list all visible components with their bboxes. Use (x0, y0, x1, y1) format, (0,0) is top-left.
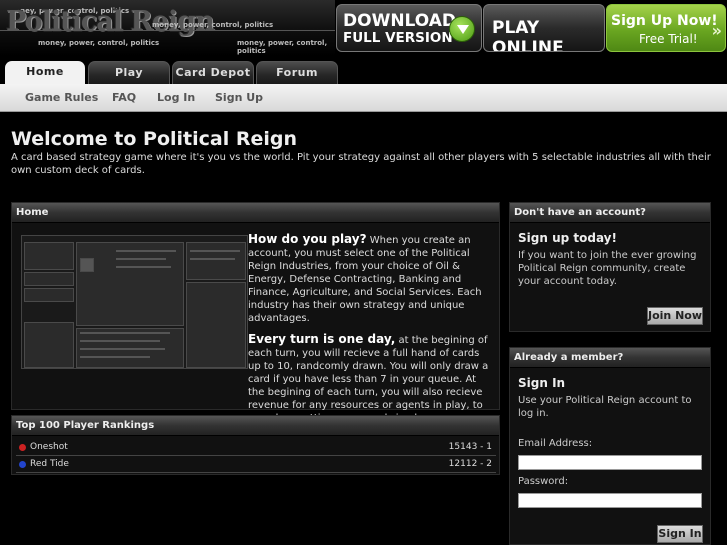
turn-body: at the begining of each turn, you will r… (248, 335, 489, 424)
shot-line (116, 250, 176, 252)
ranking-row[interactable]: Red Tide 12112 - 2 (16, 457, 496, 473)
logo-tagline-mid: money, power, control, politics (152, 21, 274, 29)
shot-line (80, 332, 170, 334)
ranking-score: 15143 - 1 (448, 442, 492, 452)
page-intro: A card based strategy game where it's yo… (11, 152, 711, 176)
shot-box (186, 282, 246, 368)
rankings-panel: Top 100 Player Rankings Oneshot 15143 - … (11, 415, 500, 475)
site-logo[interactable]: money, power, control, politics Politica… (0, 0, 335, 56)
how-to-play-text: How do you play? When you create an acco… (248, 233, 494, 325)
shot-box (24, 272, 74, 286)
free-trial-label: Free Trial! (639, 32, 698, 46)
signup-heading: Sign up today! (518, 231, 617, 245)
email-label: Email Address: (518, 438, 593, 449)
how-to-play-heading: How do you play? (248, 232, 367, 246)
tab-home[interactable]: Home (5, 61, 85, 84)
subnav-sign-up[interactable]: Sign Up (215, 91, 263, 104)
join-now-button[interactable]: Join Now (647, 307, 703, 325)
tab-play[interactable]: Play (88, 61, 170, 84)
shot-box (24, 288, 74, 302)
tab-forum[interactable]: Forum (256, 61, 338, 84)
password-label: Password: (518, 476, 569, 487)
download-label: DOWNLOAD (343, 11, 457, 31)
shot-line (80, 348, 165, 350)
turn-heading: Every turn is one day, (248, 332, 396, 346)
chevron-right-icon: » (711, 21, 722, 40)
subnav-faq[interactable]: FAQ (112, 91, 136, 104)
game-screenshot (21, 235, 248, 369)
sign-in-button[interactable]: Sign In (657, 525, 703, 543)
signin-panel: Already a member? Sign In Use your Polit… (509, 347, 711, 545)
signup-panel: Don't have an account? Sign up today! If… (509, 202, 711, 332)
rankings-title: Top 100 Player Rankings (12, 416, 499, 436)
ranking-row[interactable]: Oneshot 15143 - 1 (16, 440, 496, 456)
turn-text-top: Every turn is one day, at the begining o… (248, 333, 494, 425)
download-arrow-icon (449, 16, 475, 42)
shot-box (24, 322, 74, 368)
shot-box (76, 242, 184, 326)
subnav-log-in[interactable]: Log In (157, 91, 195, 104)
signin-heading: Sign In (518, 376, 566, 390)
shot-line (80, 356, 150, 358)
signin-panel-title: Already a member? (510, 348, 710, 368)
shot-line (80, 340, 160, 342)
shot-box (24, 242, 74, 270)
how-to-play-body: When you create an account, you must sel… (248, 235, 482, 324)
shot-line (190, 250, 240, 252)
shot-line (190, 258, 235, 260)
cta-banner: DOWNLOAD FULL VERSION PLAY ONLINE Sign U… (336, 4, 726, 52)
sub-nav: Game Rules FAQ Log In Sign Up (0, 84, 727, 112)
sign-up-now-button[interactable]: Sign Up Now! Free Trial! » (606, 4, 726, 52)
home-panel: Home How do you play? When you create an… (11, 202, 500, 424)
download-full-version-button[interactable]: DOWNLOAD FULL VERSION (336, 4, 482, 52)
logo-tagline-bottom-right: money, power, control, politics (237, 39, 328, 55)
signin-text: Use your Political Reign account to log … (518, 395, 692, 419)
ranking-name: Oneshot (30, 442, 68, 452)
logo-tagline-bottom-left: money, power, control, politics (38, 39, 160, 47)
ranking-name: Red Tide (30, 459, 69, 469)
shot-line (116, 258, 166, 260)
email-field[interactable] (518, 455, 702, 470)
main-nav: Home Play Card Depot Forum (0, 56, 727, 84)
shot-line (116, 266, 171, 268)
header: money, power, control, politics Politica… (0, 0, 727, 56)
ranking-score: 12112 - 2 (448, 459, 492, 469)
signup-text: If you want to join the ever growing Pol… (518, 250, 697, 287)
play-online-label: PLAY ONLINE (492, 18, 564, 52)
red-team-icon (19, 444, 26, 451)
logo-divider (0, 30, 335, 31)
play-online-button[interactable]: PLAY ONLINE (483, 4, 605, 52)
sign-up-now-label: Sign Up Now! (611, 13, 718, 29)
blue-team-icon (19, 461, 26, 468)
page-title: Welcome to Political Reign (11, 128, 298, 150)
password-field[interactable] (518, 493, 702, 508)
signup-panel-title: Don't have an account? (510, 203, 710, 223)
full-version-label: FULL VERSION (343, 30, 453, 46)
subnav-game-rules[interactable]: Game Rules (25, 91, 98, 104)
shot-box (186, 242, 246, 280)
shot-portrait (80, 258, 94, 272)
tab-card-depot[interactable]: Card Depot (172, 61, 254, 84)
home-panel-title: Home (12, 203, 499, 223)
